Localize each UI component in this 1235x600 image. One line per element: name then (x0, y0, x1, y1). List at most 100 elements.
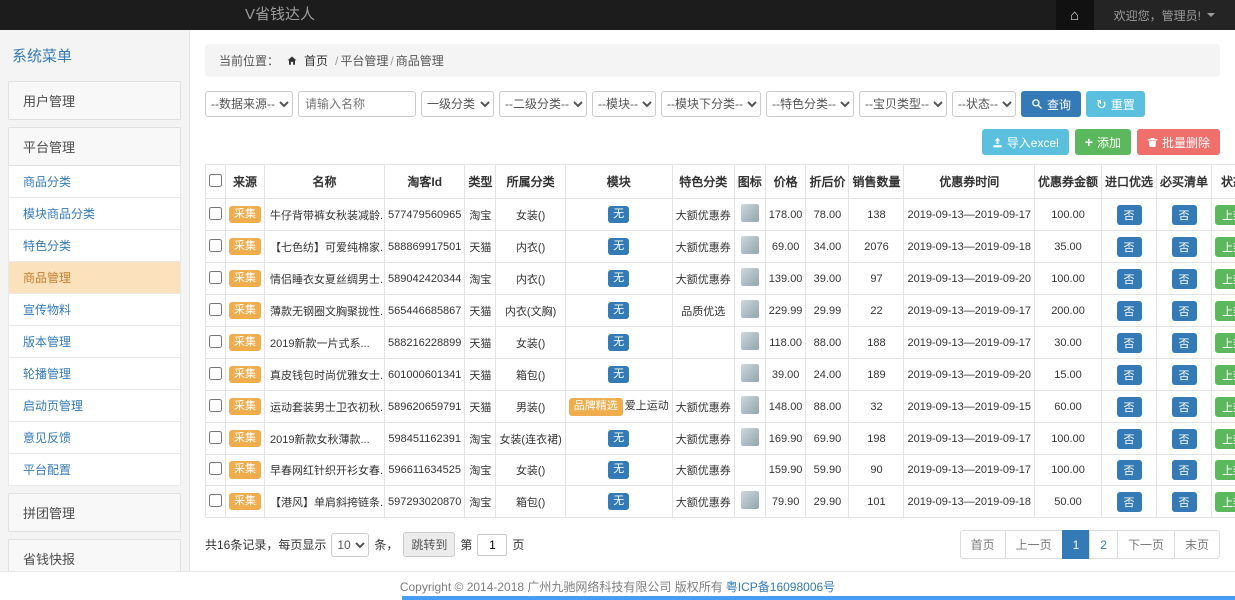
page-layout: 系统菜单 用户管理平台管理商品分类模块商品分类特色分类商品管理宣传物料版本管理轮… (0, 30, 1235, 571)
import-excel-button[interactable]: 导入excel (982, 129, 1069, 155)
row-checkbox[interactable] (209, 494, 222, 507)
row-checkbox[interactable] (209, 271, 222, 284)
sidebar-item[interactable]: 特色分类 (8, 230, 181, 262)
page-button[interactable]: 下一页 (1117, 530, 1175, 559)
import-select-button[interactable]: 否 (1117, 269, 1142, 289)
row-checkbox[interactable] (209, 367, 222, 380)
level1-category-select[interactable]: 一级分类 (421, 91, 494, 117)
import-select-button[interactable]: 否 (1117, 333, 1142, 353)
status-button[interactable]: 上架 (1215, 237, 1235, 257)
reset-button-label: 重置 (1111, 96, 1135, 113)
must-buy-button[interactable]: 否 (1172, 237, 1197, 257)
sidebar-item[interactable]: 轮播管理 (8, 358, 181, 390)
search-icon (1031, 98, 1043, 110)
product-name: 真皮钱包时尚优雅女士... (265, 359, 385, 391)
status-button[interactable]: 上架 (1215, 205, 1235, 225)
status-cell: 上架 (1212, 455, 1235, 486)
page-button[interactable]: 首页 (960, 530, 1006, 559)
breadcrumb-home-link[interactable]: 首页 (304, 52, 328, 69)
select-all-checkbox[interactable] (209, 174, 222, 187)
import-select-button[interactable]: 否 (1117, 301, 1142, 321)
per-page-select[interactable]: 10 (331, 533, 369, 557)
item-type-select[interactable]: --宝贝类型-- (859, 91, 947, 117)
name-input[interactable] (298, 91, 416, 117)
sidebar-item[interactable]: 平台配置 (8, 454, 181, 486)
must-buy-button[interactable]: 否 (1172, 429, 1197, 449)
import-select-button[interactable]: 否 (1117, 460, 1142, 480)
must-buy-button[interactable]: 否 (1172, 301, 1197, 321)
table-footer: 共16条记录，每页显示 10 条， 跳转到 第 页 首页上一页12下一页末页 (205, 530, 1220, 559)
sidebar-item[interactable]: 意见反馈 (8, 422, 181, 454)
status-button[interactable]: 上架 (1215, 269, 1235, 289)
status-button[interactable]: 上架 (1215, 429, 1235, 449)
status-button[interactable]: 上架 (1215, 492, 1235, 512)
import-select-button[interactable]: 否 (1117, 397, 1142, 417)
sidebar-item[interactable]: 拼团管理 (8, 493, 181, 532)
must-buy-button[interactable]: 否 (1172, 397, 1197, 417)
batch-delete-button[interactable]: 批量删除 (1137, 129, 1220, 155)
status-button[interactable]: 上架 (1215, 460, 1235, 480)
page-button[interactable]: 上一页 (1005, 530, 1063, 559)
horizontal-scrollbar-thumb[interactable] (402, 596, 1235, 600)
icon-cell (734, 486, 765, 518)
user-menu[interactable]: 欢迎您，管理员! (1094, 0, 1235, 30)
sidebar-item[interactable]: 宣传物料 (8, 294, 181, 326)
jump-button[interactable]: 跳转到 (403, 532, 455, 557)
sidebar-item[interactable]: 商品管理 (8, 262, 181, 294)
row-checkbox[interactable] (209, 335, 222, 348)
sidebar-item[interactable]: 模块商品分类 (8, 198, 181, 230)
module-select[interactable]: --模块-- (592, 91, 656, 117)
status-button[interactable]: 上架 (1215, 333, 1235, 353)
page-button[interactable]: 2 (1089, 530, 1118, 559)
feature-category: 品质优选 (672, 295, 734, 327)
icp-link[interactable]: 粤ICP备16098006号 (726, 578, 835, 595)
row-checkbox[interactable] (209, 431, 222, 444)
must-buy-button[interactable]: 否 (1172, 269, 1197, 289)
sidebar-item[interactable]: 用户管理 (8, 81, 181, 120)
must-buy-button[interactable]: 否 (1172, 460, 1197, 480)
import-select-button[interactable]: 否 (1117, 429, 1142, 449)
row-checkbox[interactable] (209, 462, 222, 475)
row-checkbox[interactable] (209, 399, 222, 412)
must-buy-button[interactable]: 否 (1172, 205, 1197, 225)
feature-category: 大额优惠券 (672, 263, 734, 295)
reset-button[interactable]: ↻ 重置 (1086, 91, 1145, 117)
import-select-button[interactable]: 否 (1117, 492, 1142, 512)
level2-category-select[interactable]: --二级分类-- (499, 91, 587, 117)
sidebar-item[interactable]: 平台管理 (8, 127, 181, 166)
must-buy-button[interactable]: 否 (1172, 365, 1197, 385)
sidebar-item[interactable]: 版本管理 (8, 326, 181, 358)
sidebar-item[interactable]: 省钱快报 (8, 539, 181, 571)
data-source-select[interactable]: --数据来源-- (205, 91, 293, 117)
sidebar-item[interactable]: 商品分类 (8, 166, 181, 198)
product-thumbnail (741, 204, 759, 222)
import-select-button[interactable]: 否 (1117, 237, 1142, 257)
sidebar-item[interactable]: 启动页管理 (8, 390, 181, 422)
page-button[interactable]: 1 (1062, 530, 1091, 559)
row-checkbox[interactable] (209, 207, 222, 220)
status-button[interactable]: 上架 (1215, 397, 1235, 417)
status-button[interactable]: 上架 (1215, 301, 1235, 321)
must-buy-button[interactable]: 否 (1172, 492, 1197, 512)
module-sub-category-select[interactable]: --模块下分类-- (661, 91, 761, 117)
status-select[interactable]: --状态-- (952, 91, 1016, 117)
page-number-input[interactable] (477, 534, 507, 556)
search-button[interactable]: 查询 (1021, 91, 1081, 117)
taoke-id: 597293020870 (385, 486, 465, 518)
product-name: 2019新款一片式系... (265, 327, 385, 359)
row-checkbox[interactable] (209, 303, 222, 316)
page-button[interactable]: 末页 (1174, 530, 1220, 559)
import-select-button[interactable]: 否 (1117, 365, 1142, 385)
status-button[interactable]: 上架 (1215, 365, 1235, 385)
row-checkbox[interactable] (209, 239, 222, 252)
add-button[interactable]: + 添加 (1075, 129, 1131, 155)
must-buy-button[interactable]: 否 (1172, 333, 1197, 353)
product-name: 情侣睡衣女夏丝绸男士... (265, 263, 385, 295)
sales-count: 2076 (849, 231, 904, 263)
feature-category-select[interactable]: --特色分类-- (766, 91, 854, 117)
coupon-time: 2019-09-13—2019-09-15 (904, 391, 1035, 423)
import-select-button[interactable]: 否 (1117, 205, 1142, 225)
import-select-cell: 否 (1102, 359, 1157, 391)
module-badge: 无 (608, 493, 629, 510)
home-button[interactable]: ⌂ (1056, 0, 1094, 30)
